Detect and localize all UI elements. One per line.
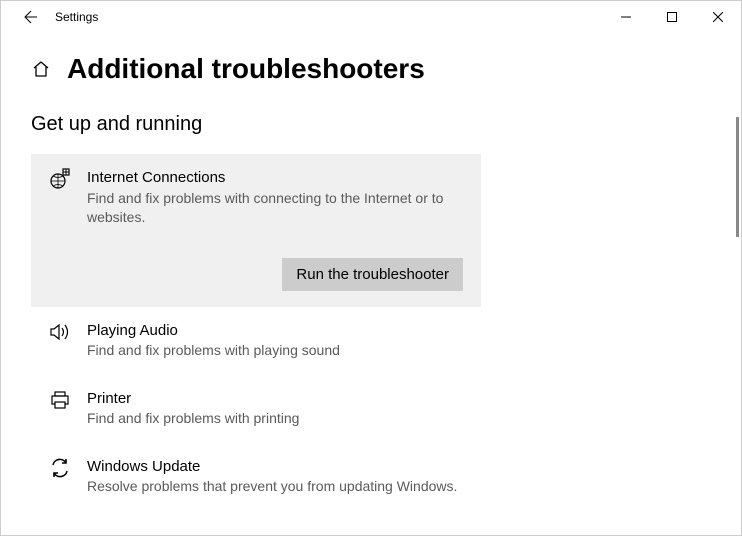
minimize-icon	[621, 12, 631, 22]
troubleshooter-internet-connections[interactable]: Internet Connections Find and fix proble…	[31, 154, 481, 307]
minimize-button[interactable]	[603, 1, 649, 33]
troubleshooter-title: Printer	[87, 389, 463, 409]
troubleshooter-printer[interactable]: Printer Find and fix problems with print…	[31, 375, 481, 443]
troubleshooter-title: Playing Audio	[87, 321, 463, 341]
troubleshooter-desc: Find and fix problems with connecting to…	[87, 189, 463, 228]
titlebar: Settings	[1, 1, 741, 33]
troubleshooter-desc: Find and fix problems with playing sound	[87, 341, 463, 361]
content-area: Additional troubleshooters Get up and ru…	[1, 33, 741, 511]
page-title: Additional troubleshooters	[67, 53, 425, 85]
section-title: Get up and running	[31, 113, 711, 136]
close-icon	[713, 12, 723, 22]
troubleshooter-desc: Find and fix problems with printing	[87, 409, 463, 429]
back-button[interactable]	[11, 1, 51, 33]
refresh-icon	[49, 457, 73, 497]
troubleshooter-list: Internet Connections Find and fix proble…	[31, 154, 481, 511]
window-title: Settings	[51, 10, 98, 24]
scrollbar-thumb[interactable]	[736, 117, 739, 237]
close-button[interactable]	[695, 1, 741, 33]
window-controls	[603, 1, 741, 33]
troubleshooter-text: Windows Update Resolve problems that pre…	[87, 457, 463, 497]
run-troubleshooter-button[interactable]: Run the troubleshooter	[282, 258, 463, 291]
speaker-icon	[49, 321, 73, 361]
page-header: Additional troubleshooters	[31, 53, 711, 85]
troubleshooter-title: Internet Connections	[87, 168, 463, 188]
troubleshooter-title: Windows Update	[87, 457, 463, 477]
globe-network-icon	[49, 168, 73, 228]
troubleshooter-playing-audio[interactable]: Playing Audio Find and fix problems with…	[31, 307, 481, 375]
troubleshooter-text: Internet Connections Find and fix proble…	[87, 168, 463, 228]
troubleshooter-desc: Resolve problems that prevent you from u…	[87, 477, 463, 497]
arrow-left-icon	[23, 9, 39, 25]
troubleshooter-text: Printer Find and fix problems with print…	[87, 389, 463, 429]
printer-icon	[49, 389, 73, 429]
troubleshooter-windows-update[interactable]: Windows Update Resolve problems that pre…	[31, 443, 481, 511]
maximize-button[interactable]	[649, 1, 695, 33]
maximize-icon	[667, 12, 677, 22]
troubleshooter-text: Playing Audio Find and fix problems with…	[87, 321, 463, 361]
home-icon[interactable]	[31, 59, 51, 79]
